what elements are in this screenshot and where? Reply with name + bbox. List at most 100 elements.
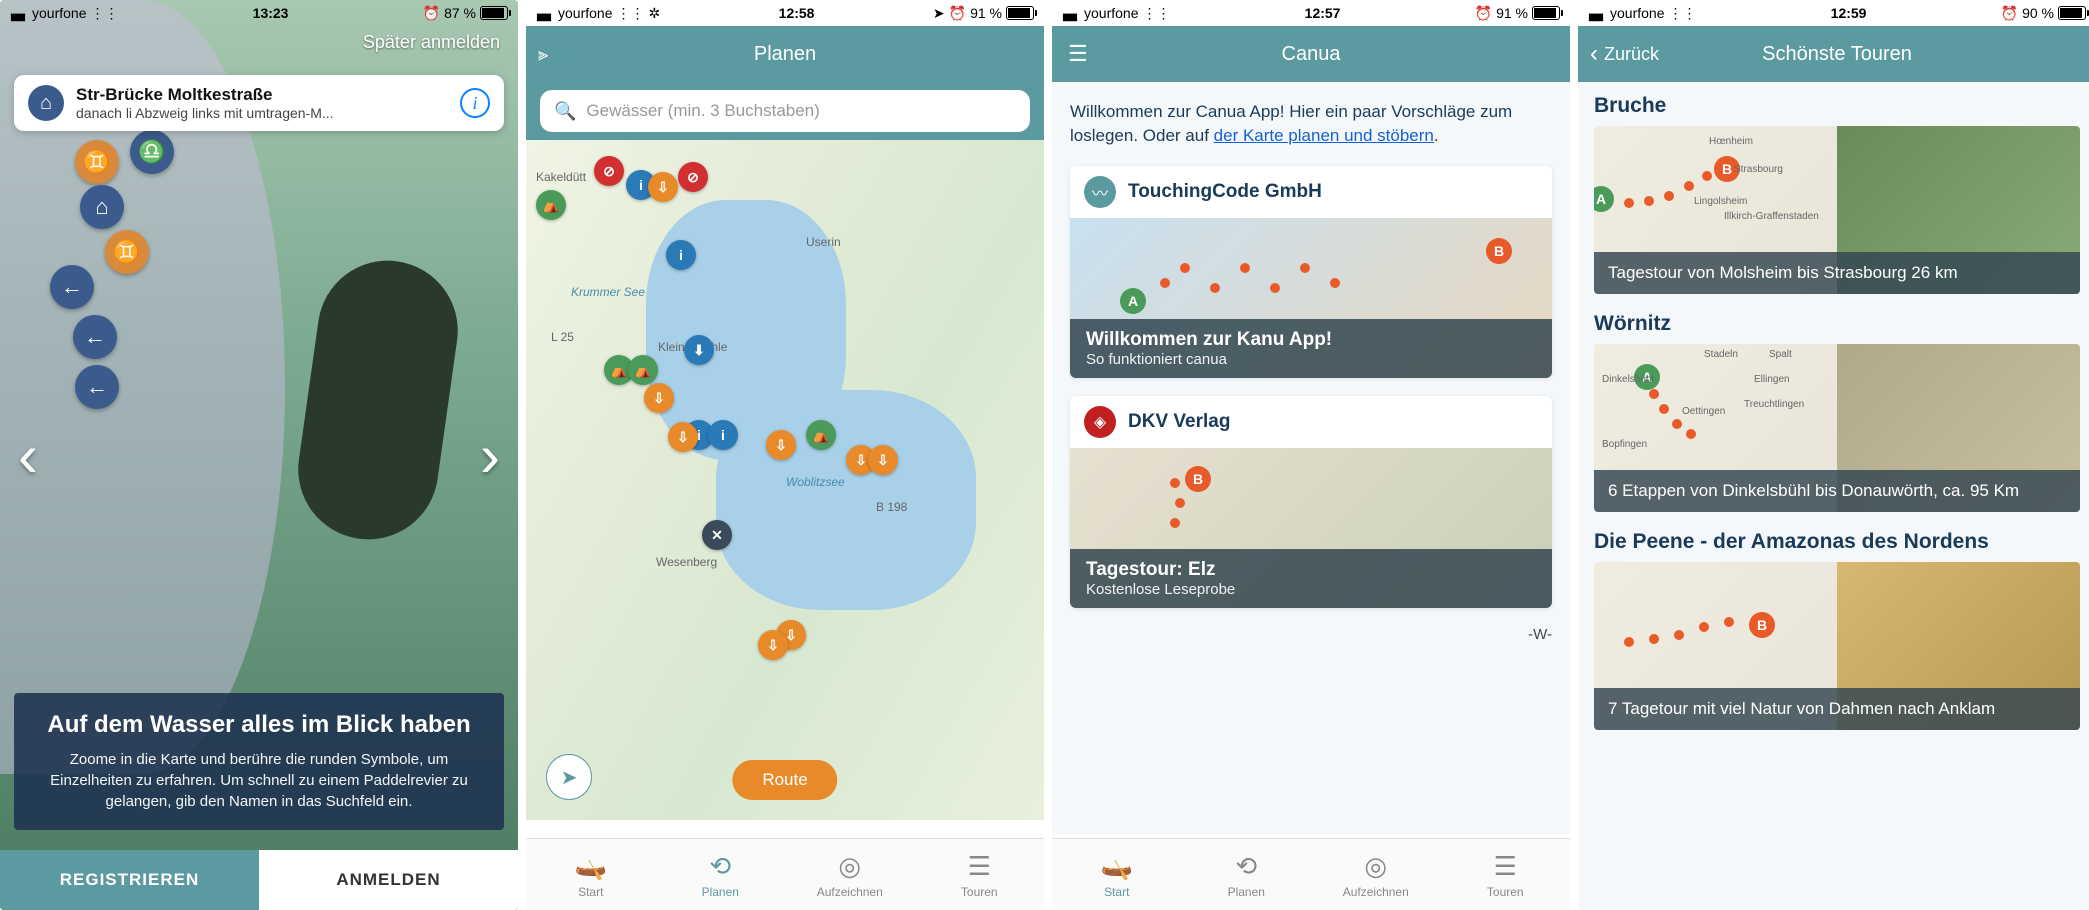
map-pin-arrow[interactable]: ←: [50, 265, 94, 309]
back-button[interactable]: ‹Zurück: [1590, 40, 1659, 68]
tour-item[interactable]: Die Peene - der Amazonas des Nordens B 7…: [1594, 530, 2080, 730]
prev-slide-button[interactable]: ‹: [8, 415, 48, 495]
tab-planen[interactable]: ⟲Planen: [656, 839, 786, 910]
locate-me-button[interactable]: ➤: [546, 754, 592, 800]
publisher-hero[interactable]: B Tagestour: Elz Kostenlose Leseprobe: [1070, 448, 1552, 608]
poi-no-entry-icon[interactable]: ⊘: [678, 162, 708, 192]
status-bar: yourfone ⋮⋮ 12:57 ⏰91 %: [1052, 0, 1570, 26]
next-slide-button[interactable]: ›: [470, 415, 510, 495]
map-label: Kakeldütt: [536, 170, 586, 184]
poi-camp-icon[interactable]: ⛺: [806, 420, 836, 450]
poi-camp-icon[interactable]: ⛺: [628, 355, 658, 385]
tour-caption: Tagestour von Molsheim bis Strasbourg 26…: [1594, 252, 2080, 294]
signal-icon: [1588, 7, 1606, 19]
tour-card[interactable]: A Stadeln Spalt Dinkelsbühl Ellingen Tre…: [1594, 344, 2080, 512]
wifi-icon: ⋮⋮: [1142, 5, 1170, 22]
info-icon[interactable]: i: [460, 88, 490, 118]
alarm-icon: ⏰: [2001, 5, 2018, 22]
publisher-card[interactable]: 〰 TouchingCode GmbH A B Willkommen zur K…: [1070, 166, 1552, 378]
poi-portage-icon[interactable]: ⇩: [758, 630, 788, 660]
poi-portage-icon[interactable]: ⇩: [868, 445, 898, 475]
search-box[interactable]: 🔍: [540, 90, 1030, 132]
poi-food-icon[interactable]: ✕: [702, 520, 732, 550]
card-title: Tagestour: Elz: [1086, 559, 1536, 581]
card-title: Willkommen zur Kanu App!: [1086, 329, 1536, 351]
poi-info-icon[interactable]: i: [708, 420, 738, 450]
auth-footer: REGISTRIEREN ANMELDEN: [0, 850, 518, 910]
content-scroll[interactable]: Bruche A B Hœnheim Strasbourg Lingolshei…: [1578, 82, 2089, 910]
hint-text: -W-: [1070, 626, 1552, 643]
screen-touren-list: yourfone ⋮⋮ 12:59 ⏰90 % ‹Zurück Schönste…: [1578, 0, 2089, 910]
map-label: B 198: [876, 500, 907, 514]
map-pin[interactable]: ♎: [130, 130, 174, 174]
menu-icon[interactable]: ☰: [1068, 41, 1088, 67]
publisher-card[interactable]: ◈ DKV Verlag B Tagestour: Elz Kostenlose…: [1070, 396, 1552, 608]
tab-bar: 🛶Start ⟲Planen ◎Aufzeichnen ☰Touren: [1052, 838, 1570, 910]
poi-portage-icon[interactable]: ⇩: [648, 172, 678, 202]
poi-no-entry-icon[interactable]: ⊘: [594, 156, 624, 186]
tab-start[interactable]: 🛶Start: [1052, 839, 1182, 910]
login-button[interactable]: ANMELDEN: [259, 850, 518, 910]
poi-portage-icon[interactable]: ⇩: [668, 422, 698, 452]
signal-icon: [10, 7, 28, 19]
tour-caption: 7 Tagetour mit viel Natur von Dahmen nac…: [1594, 688, 2080, 730]
tab-planen[interactable]: ⟲Planen: [1182, 839, 1312, 910]
screen-canua-home: yourfone ⋮⋮ 12:57 ⏰91 % ☰ Canua Willkomm…: [1052, 0, 1570, 910]
map-pin[interactable]: ♊: [75, 140, 119, 184]
map-pin[interactable]: ⌂: [80, 185, 124, 229]
map-label: Krummer See: [571, 285, 645, 299]
record-icon: ◎: [1364, 851, 1387, 882]
clock: 12:57: [1305, 5, 1341, 21]
tour-item[interactable]: Wörnitz A Stadeln Spalt Dinkelsbühl Elli…: [1594, 312, 2080, 512]
battery-pct: 91 %: [1496, 5, 1528, 21]
tab-start[interactable]: 🛶Start: [526, 839, 656, 910]
poi-portage-icon[interactable]: ⇩: [644, 383, 674, 413]
route-button[interactable]: Route: [732, 760, 837, 800]
onboarding-body: Zoome in die Karte und berühre die runde…: [34, 749, 484, 812]
route-start-marker: A: [1120, 288, 1146, 314]
map-pin-arrow[interactable]: ←: [75, 365, 119, 409]
poi-camp-icon[interactable]: ⛺: [536, 190, 566, 220]
alarm-icon: ⏰: [949, 5, 966, 22]
register-button[interactable]: REGISTRIEREN: [0, 850, 259, 910]
battery-icon: [2058, 6, 2086, 20]
search-bar-container: 🔍: [526, 82, 1044, 140]
tour-card[interactable]: A B Hœnheim Strasbourg Lingolsheim Illki…: [1594, 126, 2080, 294]
map-pin-arrow[interactable]: ←: [73, 315, 117, 359]
tab-aufzeichnen[interactable]: ◎Aufzeichnen: [785, 839, 915, 910]
signal-icon: [536, 7, 554, 19]
poi-down-icon[interactable]: ⬇: [684, 335, 714, 365]
map-view[interactable]: Userin Wesenberg Krummer See Woblitzsee …: [526, 140, 1044, 820]
map-pin[interactable]: ♊: [105, 230, 149, 274]
skip-login-button[interactable]: Später anmelden: [363, 32, 500, 53]
map-label: Woblitzsee: [786, 475, 845, 489]
map-label: Wesenberg: [656, 555, 717, 569]
wifi-icon: ⋮⋮: [1668, 5, 1696, 22]
map-label: Userin: [806, 235, 841, 249]
status-bar: yourfone ⋮⋮ 12:59 ⏰90 %: [1578, 0, 2089, 26]
poi-bridge-icon: ⌂: [28, 85, 64, 121]
tour-card[interactable]: B 7 Tagetour mit viel Natur von Dahmen n…: [1594, 562, 2080, 730]
card-subtitle: So funktioniert canua: [1086, 351, 1536, 368]
page-title: Schönste Touren: [1762, 43, 1912, 66]
route-icon: ⟲: [1235, 851, 1257, 882]
kayak-icon: 🛶: [575, 851, 607, 882]
filter-sliders-icon[interactable]: ⫸: [538, 44, 548, 65]
intro-map-link[interactable]: der Karte planen und stöbern: [1214, 126, 1434, 145]
tab-aufzeichnen[interactable]: ◎Aufzeichnen: [1311, 839, 1441, 910]
poi-portage-icon[interactable]: ⇩: [766, 430, 796, 460]
tour-item[interactable]: Bruche A B Hœnheim Strasbourg Lingolshei…: [1594, 94, 2080, 294]
battery-pct: 91 %: [970, 5, 1002, 21]
status-bar: yourfone ⋮⋮ ✲ 12:58 ➤⏰91 %: [526, 0, 1044, 26]
clock: 12:58: [779, 5, 815, 21]
search-input[interactable]: [586, 101, 1016, 121]
publisher-hero[interactable]: A B Willkommen zur Kanu App! So funktion…: [1070, 218, 1552, 378]
tab-touren[interactable]: ☰Touren: [1441, 839, 1571, 910]
poi-info-icon[interactable]: i: [666, 240, 696, 270]
onboarding-heading: Auf dem Wasser alles im Blick haben: [34, 711, 484, 739]
poi-info-card[interactable]: ⌂ Str-Brücke Moltkestraße danach li Abzw…: [14, 75, 504, 131]
tab-touren[interactable]: ☰Touren: [915, 839, 1045, 910]
poi-subtitle: danach li Abzweig links mit umtragen-M..…: [76, 105, 448, 121]
content-scroll[interactable]: Willkommen zur Canua App! Hier ein paar …: [1052, 82, 1570, 834]
list-icon: ☰: [1494, 851, 1517, 882]
